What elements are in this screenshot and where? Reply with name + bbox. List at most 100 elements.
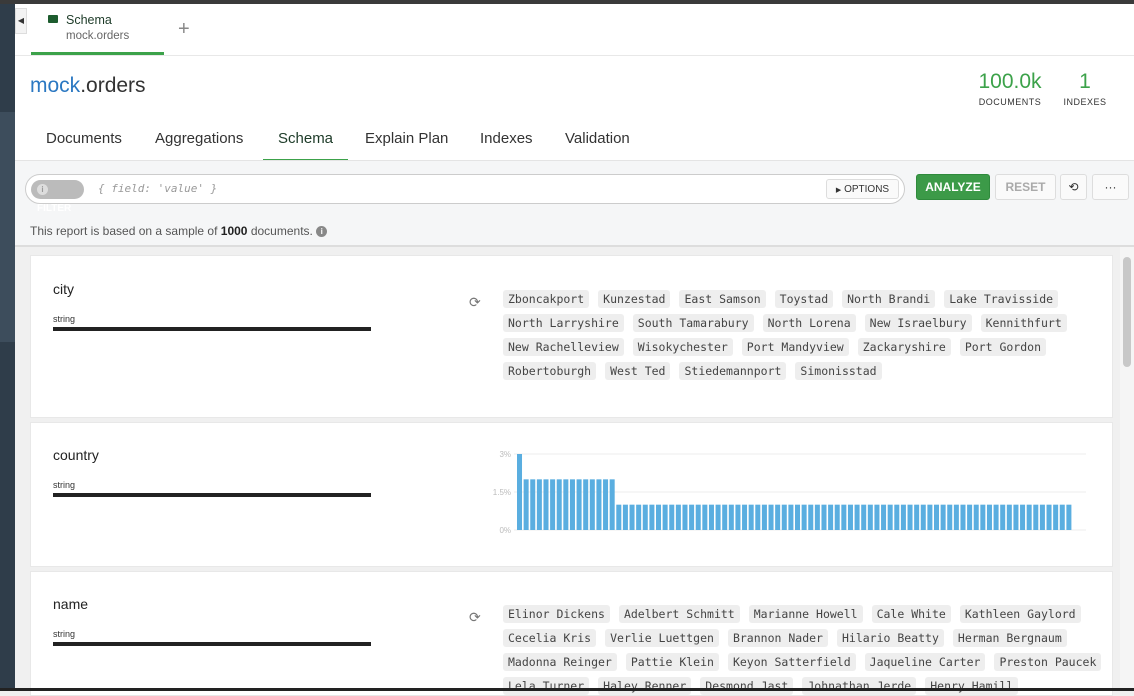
histogram-bar[interactable] bbox=[702, 504, 708, 530]
histogram-bar[interactable] bbox=[828, 504, 834, 530]
histogram-bar[interactable] bbox=[821, 504, 827, 530]
value-tag[interactable]: North Larryshire bbox=[503, 314, 624, 332]
histogram-bar[interactable] bbox=[1059, 504, 1065, 530]
value-tag[interactable]: Kathleen Gaylord bbox=[959, 605, 1081, 623]
value-tag[interactable]: Pattie Klein bbox=[625, 653, 719, 671]
tab-explain-plan[interactable]: Explain Plan bbox=[365, 130, 448, 159]
reset-button[interactable]: RESET bbox=[995, 174, 1056, 200]
value-tag[interactable]: Lela Turner bbox=[503, 677, 590, 695]
value-tag[interactable]: Zackaryshire bbox=[857, 338, 951, 356]
refresh-icon[interactable]: ⟳ bbox=[469, 294, 481, 311]
histogram-bar[interactable] bbox=[629, 504, 635, 530]
value-tag[interactable]: Simonisstad bbox=[795, 362, 882, 380]
histogram-bar[interactable] bbox=[550, 479, 556, 530]
collapse-sidebar-button[interactable]: ◀ bbox=[15, 8, 27, 34]
histogram-bar[interactable] bbox=[1053, 504, 1059, 530]
histogram-bar[interactable] bbox=[517, 454, 523, 530]
value-tag[interactable]: New Rachelleview bbox=[503, 338, 624, 356]
histogram-bar[interactable] bbox=[742, 504, 748, 530]
histogram-bar[interactable] bbox=[722, 504, 728, 530]
histogram-bar[interactable] bbox=[788, 504, 794, 530]
tab-schema-mock-orders[interactable]: Schema mock.orders bbox=[31, 4, 164, 55]
more-options-button[interactable]: ··· bbox=[1092, 174, 1129, 200]
histogram-bar[interactable] bbox=[940, 504, 946, 530]
histogram-bar[interactable] bbox=[576, 479, 582, 530]
value-tag[interactable]: Elinor Dickens bbox=[503, 605, 610, 623]
histogram-bar[interactable] bbox=[695, 504, 701, 530]
histogram-bar[interactable] bbox=[1039, 504, 1045, 530]
histogram-bar[interactable] bbox=[569, 479, 575, 530]
histogram-bar[interactable] bbox=[748, 504, 754, 530]
histogram-bar[interactable] bbox=[973, 504, 979, 530]
filter-bar[interactable]: i FILTER { field: 'value' } ▶ OPTIONS bbox=[25, 174, 905, 214]
histogram-bar[interactable] bbox=[914, 504, 920, 530]
tab-indexes[interactable]: Indexes bbox=[480, 130, 533, 159]
value-tag[interactable]: North Brandi bbox=[842, 290, 936, 308]
value-tag[interactable]: Kunzestad bbox=[598, 290, 671, 308]
histogram-bar[interactable] bbox=[1046, 504, 1052, 530]
value-tag[interactable]: Port Gordon bbox=[959, 338, 1046, 356]
histogram-bar[interactable] bbox=[669, 504, 675, 530]
histogram-bar[interactable] bbox=[841, 504, 847, 530]
histogram-bar[interactable] bbox=[1013, 504, 1019, 530]
histogram-bar[interactable] bbox=[596, 479, 602, 530]
histogram-bar[interactable] bbox=[867, 504, 873, 530]
histogram-bar[interactable] bbox=[536, 479, 542, 530]
value-tag[interactable]: Preston Paucek bbox=[994, 653, 1102, 671]
value-tag[interactable]: North Lorena bbox=[762, 314, 856, 332]
value-tag[interactable]: Wisokychester bbox=[632, 338, 733, 356]
value-tag[interactable]: Robertoburgh bbox=[503, 362, 597, 380]
histogram-bar[interactable] bbox=[642, 504, 648, 530]
histogram-bar[interactable] bbox=[795, 504, 801, 530]
histogram-bar[interactable] bbox=[986, 504, 992, 530]
value-tag[interactable]: Marianne Howell bbox=[748, 605, 863, 623]
histogram-bar[interactable] bbox=[900, 504, 906, 530]
histogram-bar[interactable] bbox=[967, 504, 973, 530]
value-tag[interactable]: Herman Bergnaum bbox=[952, 629, 1067, 647]
histogram-bar[interactable] bbox=[682, 504, 688, 530]
histogram-bar[interactable] bbox=[715, 504, 721, 530]
histogram-bar[interactable] bbox=[801, 504, 807, 530]
value-tag[interactable]: Hilario Beatty bbox=[836, 629, 944, 647]
value-tag[interactable]: Madonna Reinger bbox=[503, 653, 617, 671]
value-tag[interactable]: Haley Renner bbox=[598, 677, 692, 695]
value-tag[interactable]: Toystad bbox=[774, 290, 834, 308]
histogram-bar[interactable] bbox=[563, 479, 569, 530]
histogram-bar[interactable] bbox=[781, 504, 787, 530]
histogram-bar[interactable] bbox=[609, 479, 615, 530]
histogram-bar[interactable] bbox=[662, 504, 668, 530]
histogram-bar[interactable] bbox=[814, 504, 820, 530]
histogram-bar[interactable] bbox=[689, 504, 695, 530]
histogram-bar[interactable] bbox=[1006, 504, 1012, 530]
histogram-bar[interactable] bbox=[894, 504, 900, 530]
analyze-button[interactable]: ANALYZE bbox=[916, 174, 990, 200]
value-tag[interactable]: Kennithfurt bbox=[980, 314, 1067, 332]
database-link[interactable]: mock bbox=[30, 74, 80, 97]
value-tag[interactable]: Brannon Nader bbox=[727, 629, 828, 647]
histogram-bar[interactable] bbox=[649, 504, 655, 530]
scrollbar[interactable] bbox=[1120, 247, 1134, 691]
value-tag[interactable]: Stiedemannport bbox=[679, 362, 787, 380]
histogram-bar[interactable] bbox=[636, 504, 642, 530]
value-tag[interactable]: Zboncakport bbox=[503, 290, 590, 308]
histogram-bar[interactable] bbox=[854, 504, 860, 530]
histogram-bar[interactable] bbox=[834, 504, 840, 530]
value-tag[interactable]: Port Mandyview bbox=[741, 338, 849, 356]
histogram-bar[interactable] bbox=[887, 504, 893, 530]
histogram-bar[interactable] bbox=[708, 504, 714, 530]
histogram-bar[interactable] bbox=[589, 479, 595, 530]
histogram-bar[interactable] bbox=[953, 504, 959, 530]
histogram-bar[interactable] bbox=[543, 479, 549, 530]
tab-aggregations[interactable]: Aggregations bbox=[155, 130, 243, 159]
histogram-bar[interactable] bbox=[583, 479, 589, 530]
histogram-bar[interactable] bbox=[616, 504, 622, 530]
scrollbar-thumb[interactable] bbox=[1123, 257, 1131, 367]
histogram-bar[interactable] bbox=[656, 504, 662, 530]
histogram-bar[interactable] bbox=[761, 504, 767, 530]
histogram-bar[interactable] bbox=[861, 504, 867, 530]
histogram-bar[interactable] bbox=[755, 504, 761, 530]
histogram-bar[interactable] bbox=[847, 504, 853, 530]
value-tag[interactable]: West Ted bbox=[605, 362, 671, 380]
histogram-bar[interactable] bbox=[927, 504, 933, 530]
histogram-bar[interactable] bbox=[1020, 504, 1026, 530]
